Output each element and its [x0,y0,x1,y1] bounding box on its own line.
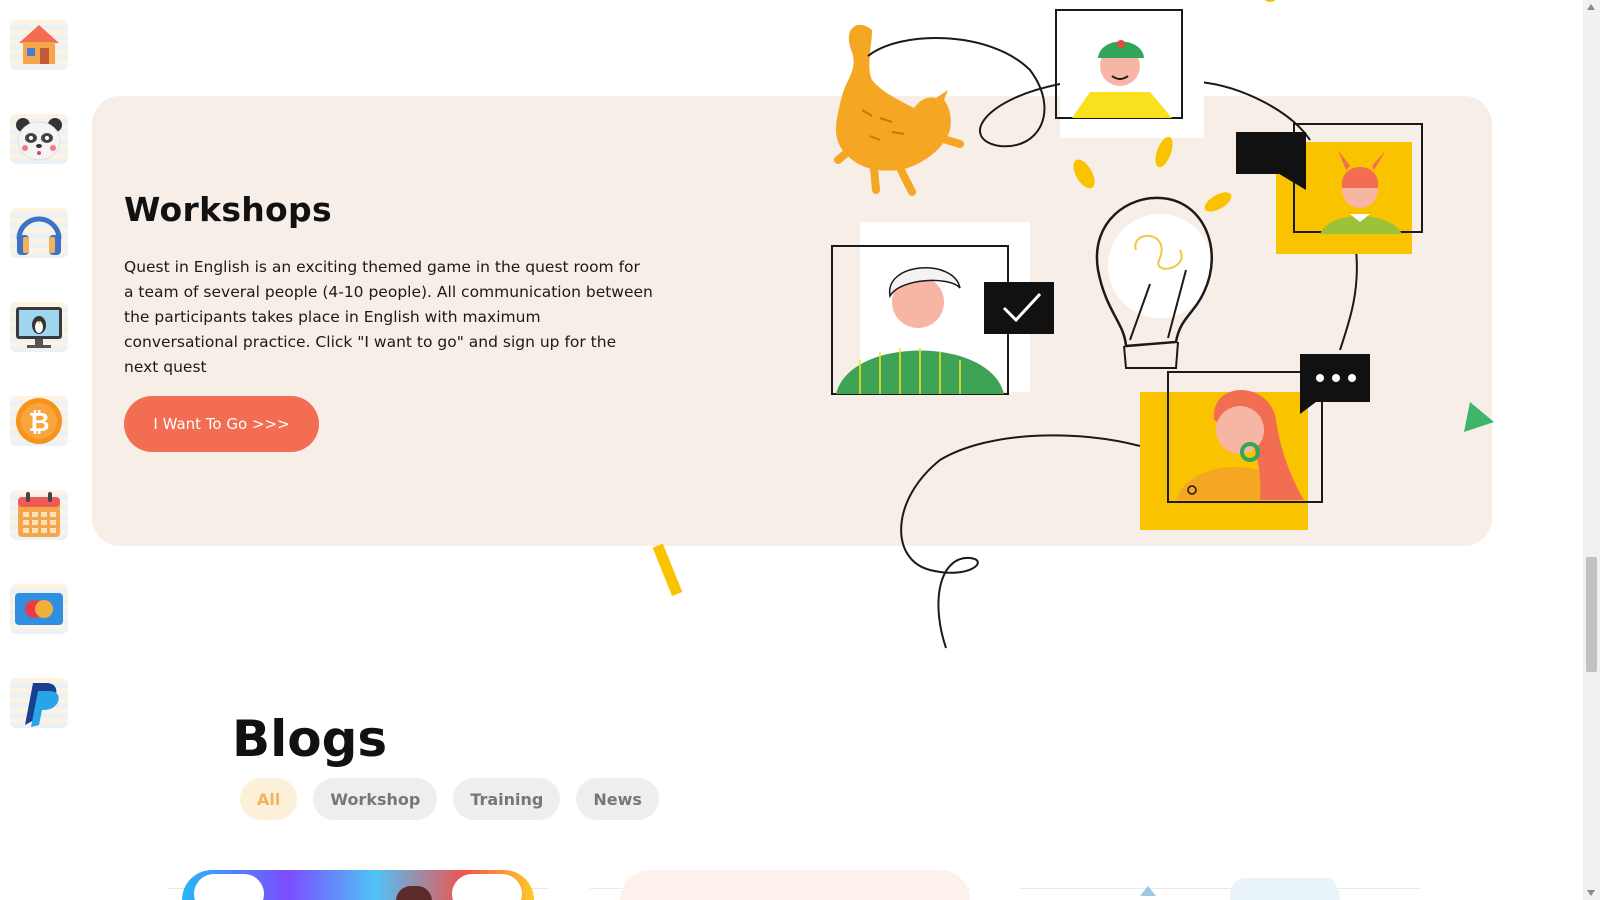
blog-card-image[interactable] [182,870,534,900]
blogs-title: Blogs [232,710,388,768]
calendar-icon [18,492,60,537]
workshops-description: Quest in English is an exciting themed g… [124,258,653,376]
page-scrollbar[interactable] [1583,0,1600,900]
sidebar-item-mastercard[interactable] [8,578,70,640]
workshop-illustration [831,0,1494,649]
filter-news[interactable]: News [576,778,659,820]
filter-workshop[interactable]: Workshop [313,778,438,820]
lightbulb-illustration [1073,136,1232,369]
sidebar-item-computer[interactable] [8,296,70,358]
blog-card-image[interactable] [1140,870,1340,900]
person-elder-frame [831,222,1054,395]
cat-illustration [834,24,964,196]
i-want-to-go-button[interactable]: I Want To Go >>> [124,396,319,452]
icon-sidebar: ₿ [0,0,80,900]
sidebar-item-panda[interactable] [8,108,70,170]
workshops-title: Workshops [124,190,332,229]
confetti-stick [652,543,683,596]
person-bunny-frame [1236,123,1423,254]
mastercard-icon [15,593,63,625]
svg-text:₿: ₿ [28,408,49,438]
person-cap-frame [1055,9,1204,138]
sidebar-item-paypal[interactable] [8,672,70,734]
sidebar-item-home[interactable] [8,14,70,76]
person-redhair-frame [1140,354,1370,530]
penguin-monitor-icon [16,307,62,348]
filter-all[interactable]: All [240,778,298,820]
house-icon [19,25,59,64]
filter-training[interactable]: Training [453,778,561,820]
scroll-down-arrow-icon[interactable] [1587,890,1595,896]
sidebar-item-bitcoin[interactable]: ₿ [8,390,70,452]
sidebar-item-headphones[interactable] [8,202,70,264]
scroll-up-arrow-icon[interactable] [1587,4,1595,10]
bitcoin-icon: ₿ [16,398,62,444]
panda-icon [16,118,62,161]
blog-filter-tabs: All Workshop Training News [240,778,659,820]
headphones-icon [16,216,62,255]
paypal-icon [25,683,59,727]
blog-card-image[interactable] [620,870,970,900]
sidebar-item-calendar[interactable] [8,484,70,546]
scrollbar-thumb[interactable] [1586,557,1597,672]
green-triangle-shape [1464,402,1494,432]
confetti-dot [1264,0,1276,2]
